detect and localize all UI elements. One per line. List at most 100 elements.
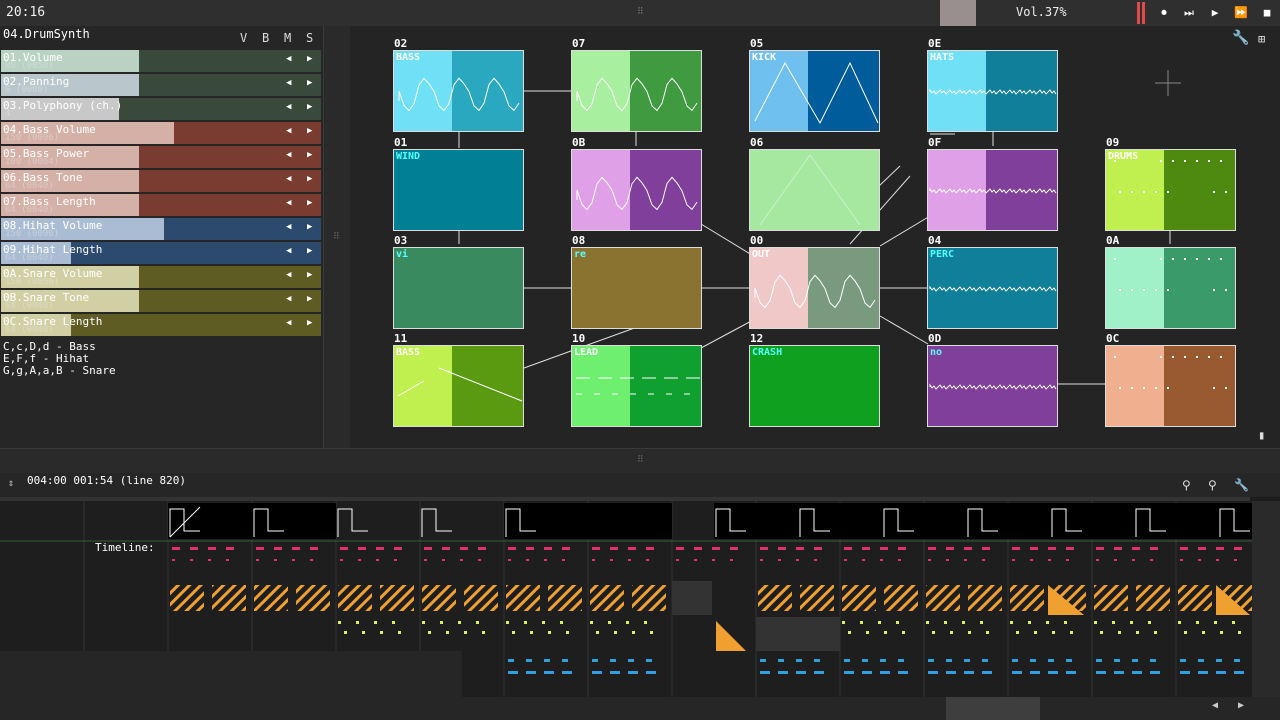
pin-icon[interactable]: ⚲ [1208,478,1217,492]
param-row[interactable]: 05.Bass Power 100 (0064) ◀ ▶ [1,146,321,168]
header-v[interactable]: V [240,31,247,45]
param-row[interactable]: 06.Bass Tone 64 (0040) ◀ ▶ [1,170,321,192]
module-graph[interactable]: 02 BASS 07 05 KICK 0E HATS 01 WIND 0B 06 0F 09 DRUMS 0… [350,26,1280,448]
vertical-scrollbar[interactable] [1252,501,1280,697]
decrease-icon[interactable]: ◀ [286,198,291,208]
module-box[interactable]: HATS [927,50,1058,132]
rec-icon[interactable]: ⏺ [1155,4,1173,22]
param-row[interactable]: 01.Volume 80 (0050) ◀ ▶ [1,50,321,72]
param-value: 64 (0040) [5,253,54,263]
increase-icon[interactable]: ▶ [307,246,312,256]
header-b[interactable]: B [262,31,269,45]
param-row[interactable]: 03.Polyphony (ch.) 4 ◀ ▶ [1,98,321,120]
module-box[interactable]: BASS [393,50,524,132]
levels-icon[interactable]: ▮ [1258,428,1265,442]
param-row[interactable]: 09.Hihat Length 64 (0040) ◀ ▶ [1,242,321,264]
decrease-icon[interactable]: ◀ [286,270,291,280]
module-box[interactable]: DRUMS [1105,149,1236,231]
top-slider-handle[interactable] [940,0,976,26]
module-box[interactable]: BASS [393,345,524,427]
horizontal-scrollbar-handle[interactable] [946,697,1040,720]
decrease-icon[interactable]: ◀ [286,54,291,64]
module-name: WIND [396,151,421,162]
scroll-right-icon[interactable]: ▶ [1238,700,1244,711]
wrench-icon[interactable]: 🔧 [1232,30,1249,46]
param-row[interactable]: 0C.Snare Length 64 (0040) ◀ ▶ [1,314,321,336]
increase-icon[interactable]: ▶ [307,78,312,88]
module-box[interactable] [749,149,880,231]
header-m[interactable]: M [284,31,291,45]
module-box[interactable]: re [571,247,702,329]
param-row[interactable]: 08.Hihat Volume 150 (0096) ◀ ▶ [1,218,321,240]
module-box[interactable]: LEAD [571,345,702,427]
module-box[interactable] [571,149,702,231]
increase-icon[interactable]: ▶ [307,126,312,136]
bottom-bar [0,697,1280,720]
module-box[interactable]: WIND [393,149,524,231]
scroll-left-icon[interactable]: ◀ [1212,700,1218,711]
decrease-icon[interactable]: ◀ [286,102,291,112]
module-box[interactable]: no [927,345,1058,427]
increase-icon[interactable]: ▶ [307,270,312,280]
play-from-start-icon[interactable]: ⏭ [1180,4,1198,22]
pattern-tracks[interactable] [0,501,1254,697]
next-icon[interactable]: ⏩ [1232,4,1250,22]
crosshair-icon [1155,70,1181,96]
decrease-icon[interactable]: ◀ [286,174,291,184]
module-name: re [574,249,587,260]
increase-icon[interactable]: ▶ [307,174,312,184]
grip-icon[interactable]: ⠿ [637,455,644,465]
module-box[interactable]: vi [393,247,524,329]
stop-icon[interactable]: ■ [1258,4,1276,22]
param-row[interactable]: 0A.Snare Volume 150 (0096) ◀ ▶ [1,266,321,288]
module-box[interactable]: PERC [927,247,1058,329]
increase-icon[interactable]: ▶ [307,222,312,232]
module-box[interactable] [571,50,702,132]
volume-indicator[interactable]: Vol.37% [1016,5,1067,19]
increase-icon[interactable]: ▶ [307,294,312,304]
pin-icon[interactable]: ⚲ [1182,478,1191,492]
decrease-icon[interactable]: ◀ [286,294,291,304]
increase-icon[interactable]: ▶ [307,150,312,160]
decrease-icon[interactable]: ◀ [286,318,291,328]
waveform [398,77,520,112]
waveform [929,383,1057,390]
decrease-icon[interactable]: ◀ [286,78,291,88]
grip-icon[interactable]: ⠿ [637,7,644,17]
param-row[interactable]: 04.Bass Volume 150 (0096) ◀ ▶ [1,122,321,144]
module-name: DRUMS [1108,151,1139,162]
param-row[interactable]: 07.Bass Length 64 (0040) ◀ ▶ [1,194,321,216]
increase-icon[interactable]: ▶ [307,54,312,64]
wrench-icon[interactable]: 🔧 [1234,478,1249,492]
module-box[interactable] [1105,345,1236,427]
param-row[interactable]: 0B.Snare Tone 64 (0040) ◀ ▶ [1,290,321,312]
param-label: 03.Polyphony (ch.) [3,99,123,112]
decrease-icon[interactable]: ◀ [286,222,291,232]
play-icon[interactable]: ▶ [1206,4,1224,22]
grip-icon[interactable]: ⠿ [333,232,340,242]
decrease-icon[interactable]: ◀ [286,246,291,256]
updown-icon[interactable]: ⇕ [8,478,14,489]
decrease-icon[interactable]: ◀ [286,150,291,160]
module-id: 0A [1106,234,1120,247]
module-box[interactable]: CRASH [749,345,880,427]
module-box[interactable] [927,149,1058,231]
module-menu-icon[interactable]: ⊞ [1258,32,1265,46]
header-s[interactable]: S [306,31,313,45]
decrease-icon[interactable]: ◀ [286,126,291,136]
timeline-label: Timeline: [95,541,155,554]
param-value: 80 (0050) [5,61,54,71]
param-value: 100 (0064) [5,157,60,167]
waveform [750,346,880,427]
waveform [394,150,524,231]
module-box[interactable]: KICK [749,50,880,132]
module-box[interactable]: OUT [749,247,880,329]
module-name: HATS [930,52,955,63]
param-row[interactable]: 02.Panning 0 (0080) ◀ ▶ [1,74,321,96]
module-id: 00 [750,234,764,247]
increase-icon[interactable]: ▶ [307,198,312,208]
increase-icon[interactable]: ▶ [307,318,312,328]
increase-icon[interactable]: ▶ [307,102,312,112]
module-box[interactable] [1105,247,1236,329]
clock: 20:16 [6,5,46,20]
